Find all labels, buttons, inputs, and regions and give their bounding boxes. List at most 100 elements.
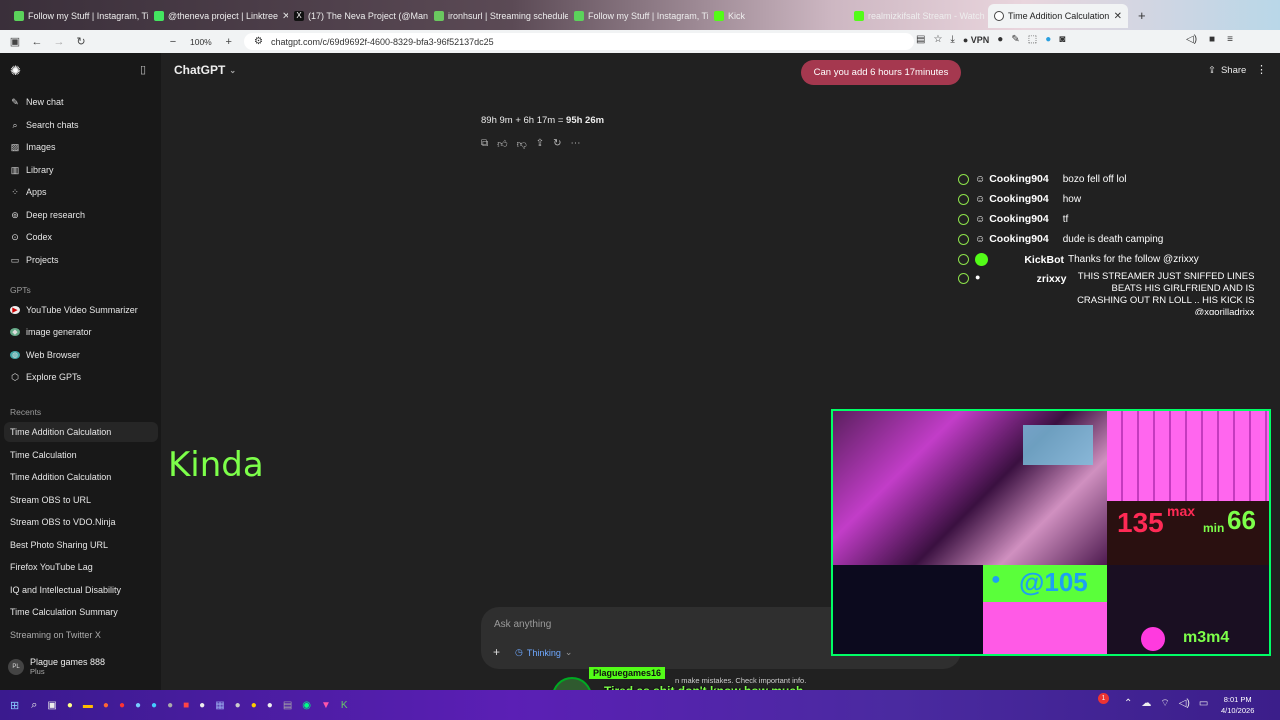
copy-icon[interactable]: ⧉ <box>481 138 488 150</box>
more-icon[interactable]: ⋯ <box>571 138 581 150</box>
vpn-badge[interactable]: ● VPN <box>963 35 989 45</box>
regenerate-icon[interactable]: ↻ <box>553 138 561 150</box>
prompt-input[interactable]: Ask anything <box>494 619 551 630</box>
model-selector[interactable]: ChatGPT ⌄ <box>174 63 236 77</box>
app-icon[interactable]: ● <box>67 700 73 711</box>
sidebar-item-images[interactable]: ▨ Images <box>10 138 56 156</box>
app-icon[interactable]: ● <box>151 700 157 711</box>
user-profile[interactable]: PL Plague games 888 Plus <box>8 657 105 676</box>
avatar: PL <box>8 658 24 675</box>
recent-chat-item[interactable]: Stream OBS to URL <box>4 490 158 510</box>
notification-badge[interactable]: 1 <box>1098 693 1109 704</box>
add-attachment-icon[interactable]: + <box>493 645 500 659</box>
site-info-icon[interactable]: ⚙ <box>254 36 263 47</box>
back-icon[interactable]: ← <box>26 36 48 48</box>
forward-icon[interactable]: → <box>48 36 70 48</box>
browser-tab[interactable]: realmizkifsalt Stream - Watch L✕ <box>848 4 988 28</box>
battery-icon[interactable]: ▭ <box>1199 698 1208 709</box>
app-icon[interactable]: ● <box>251 700 257 711</box>
thumbs-down-icon[interactable]: 👎︎ <box>517 138 527 150</box>
apps-icon: ⁘ <box>11 186 19 197</box>
app-icon[interactable]: ■ <box>183 700 189 711</box>
extension-icon[interactable]: ⬚ <box>1028 34 1037 45</box>
openai-logo-icon[interactable]: ✺ <box>10 63 21 79</box>
sidebar-toggle-icon[interactable]: ▣ <box>4 35 26 48</box>
close-sidebar-icon[interactable]: ▯ <box>140 63 146 76</box>
app-icon[interactable]: ● <box>167 700 173 711</box>
audio-icon[interactable]: ◁) <box>1186 34 1197 45</box>
sidebar-item-new-chat[interactable]: ✎ New chat <box>10 93 63 111</box>
close-tab-icon[interactable]: ✕ <box>1114 11 1122 22</box>
share-icon[interactable]: ⇪ <box>536 138 544 150</box>
app-icon[interactable]: ● <box>267 700 273 711</box>
browser-tab[interactable]: Follow my Stuff | Instagram, Tik✕ <box>8 4 148 28</box>
extension-icon[interactable]: ✎ <box>1011 34 1019 45</box>
app-icon[interactable]: ▬ <box>83 700 93 711</box>
network-icon[interactable]: ⌔ <box>1160 697 1169 710</box>
thinking-mode-button[interactable]: ◷ Thinking ⌄ <box>515 647 572 658</box>
cloud-icon[interactable]: ☁ <box>1141 698 1151 709</box>
search-icon[interactable]: ⌕ <box>31 699 37 712</box>
chevron-up-icon[interactable]: ⌃ <box>1124 698 1132 709</box>
recent-chat-item[interactable]: Best Photo Sharing URL <box>4 535 158 555</box>
app-icon[interactable]: ● <box>103 700 109 711</box>
app-icon[interactable]: ● <box>135 700 141 711</box>
reader-icon[interactable]: ▤ <box>916 34 925 45</box>
browser-tab[interactable]: Kick <box>708 4 848 28</box>
more-icon[interactable]: ≡ <box>1227 34 1233 45</box>
extension-icon[interactable]: ● <box>1045 34 1051 45</box>
zoom-in-icon[interactable]: + <box>218 36 240 48</box>
recent-chat-item[interactable]: Time Addition Calculation <box>4 467 158 487</box>
recent-chat-item[interactable]: Firefox YouTube Lag <box>4 557 158 577</box>
browser-tab[interactable]: Follow my Stuff | Instagram, Tik✕ <box>568 4 708 28</box>
more-options-icon[interactable]: ⋮ <box>1256 63 1267 76</box>
user-message-bubble: Can you add 6 hours 17minutes <box>801 60 961 85</box>
app-icon[interactable]: K <box>341 700 348 711</box>
sidebar-item-apps[interactable]: ⁘ Apps <box>10 183 46 201</box>
sidebar-item-deep-research[interactable]: ⊚ Deep research <box>10 206 85 224</box>
camera-icon[interactable]: ◙ <box>1059 34 1065 45</box>
recent-chat-item[interactable]: Time Calculation Summary <box>4 602 158 622</box>
new-tab-icon[interactable]: + <box>1138 8 1146 23</box>
recent-chat-item[interactable]: Time Addition Calculation <box>4 422 158 442</box>
clock[interactable]: 8:01 PM 4/10/2026 <box>1221 694 1254 716</box>
browser-tab[interactable]: X(17) The Neva Project (@Man✕ <box>288 4 428 28</box>
app-icon[interactable]: ● <box>235 700 241 711</box>
sidebar-item-search-chats[interactable]: ⌕ Search chats <box>10 116 78 134</box>
sidebar-item-library[interactable]: ▥ Library <box>10 161 54 179</box>
download-icon[interactable]: ⤓ <box>950 34 954 45</box>
gpt-item[interactable]: ◍ Web Browser <box>10 346 80 364</box>
bookmark-star-icon[interactable]: ☆ <box>933 34 942 45</box>
extension-icon[interactable]: ● <box>997 34 1003 45</box>
url-bar[interactable]: ⚙ chatgpt.com/c/69d9692f-4600-8329-bfa3-… <box>244 33 914 50</box>
gpt-item[interactable]: ◆ image generator <box>10 323 92 341</box>
browser-tab[interactable]: ironhsurl | Streaming schedule✕ <box>428 4 568 28</box>
reload-icon[interactable]: ↻ <box>70 35 92 48</box>
badge-icon <box>958 273 969 284</box>
app-icon[interactable]: ▣ <box>47 700 56 711</box>
volume-icon[interactable]: ◁) <box>1179 698 1190 709</box>
gpt-item[interactable]: ▶ YouTube Video Summarizer <box>10 301 138 319</box>
app-icon[interactable]: ▦ <box>215 700 224 711</box>
app-icon[interactable]: ● <box>119 700 125 711</box>
app-icon[interactable]: ◉ <box>302 700 311 711</box>
app-icon[interactable]: ▼ <box>321 700 331 711</box>
recent-chat-item[interactable]: Stream OBS to VDO.Ninja <box>4 512 158 532</box>
gpt-item[interactable]: ⬡ Explore GPTs <box>10 368 81 386</box>
recent-chat-item[interactable]: Time Calculation <box>4 445 158 465</box>
browser-tab[interactable]: @theneva project | Linktree ✕ <box>148 4 288 28</box>
share-button[interactable]: ⇪ Share <box>1208 65 1246 76</box>
user-icon: ☺ <box>975 193 986 205</box>
thumbs-up-icon[interactable]: 👍︎ <box>497 138 507 150</box>
browser-tab-active[interactable]: Time Addition Calculation ✕ <box>988 4 1128 28</box>
recent-chat-item[interactable]: Streaming on Twitter X <box>4 625 158 645</box>
app-icon[interactable]: ▤ <box>283 700 292 711</box>
recent-chat-item[interactable]: IQ and Intellectual Disability <box>4 580 158 600</box>
sidebar-item-projects[interactable]: ▭ Projects <box>10 251 59 269</box>
sidebar-item-codex[interactable]: ⊙ Codex <box>10 228 52 246</box>
extensions-menu-icon[interactable]: ■ <box>1209 34 1215 45</box>
zoom-out-icon[interactable]: − <box>162 36 184 48</box>
app-icon[interactable]: ● <box>199 700 205 711</box>
start-icon[interactable]: ⊞ <box>10 699 19 712</box>
user-icon: ☺ <box>975 173 986 185</box>
